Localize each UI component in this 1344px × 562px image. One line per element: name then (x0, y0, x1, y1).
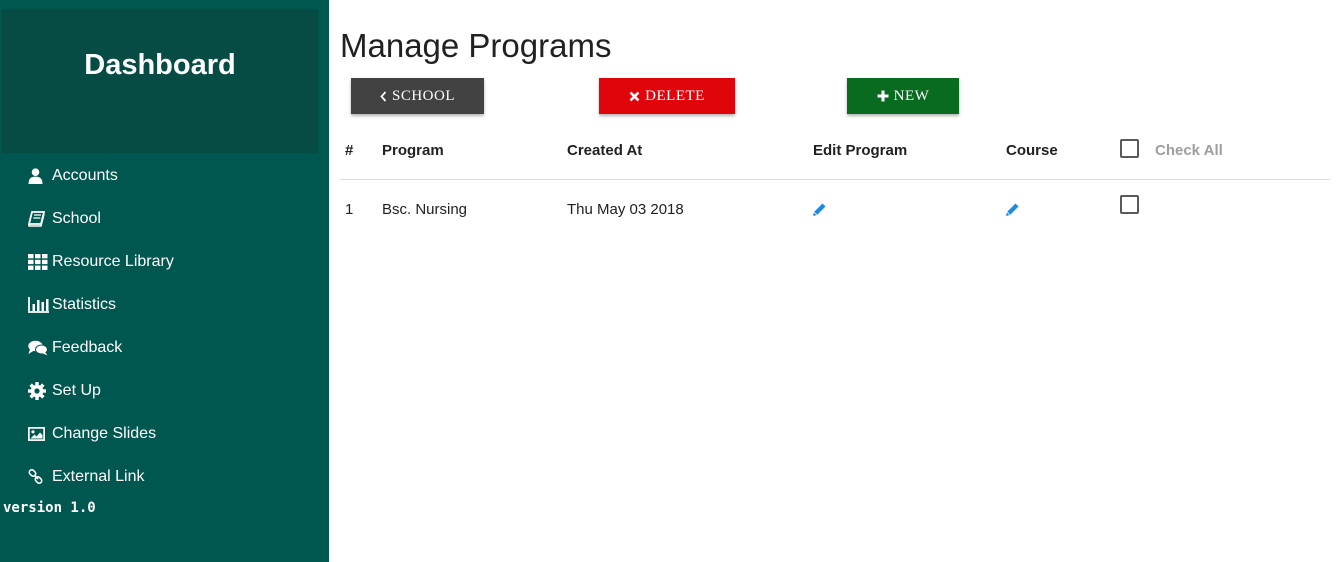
sidebar-item-label: Statistics (52, 295, 117, 313)
sidebar-item-label: Accounts (52, 166, 118, 184)
image-icon (28, 425, 50, 443)
row-select-checkbox[interactable] (1120, 195, 1139, 214)
sidebar-item-school[interactable]: School (0, 197, 329, 240)
column-header-edit-program: Edit Program (813, 142, 908, 159)
school-back-button[interactable]: SCHOOL (351, 78, 484, 114)
table-header-divider (340, 179, 1330, 180)
sidebar-item-label: Change Slides (52, 424, 157, 442)
delete-button[interactable]: DELETE (599, 78, 735, 114)
sidebar-item-label: External Link (52, 467, 145, 485)
bar-chart-icon (28, 296, 50, 314)
sidebar-item-label: School (52, 209, 101, 227)
edit-program-pencil-icon[interactable] (812, 202, 827, 217)
version-label: version 1.0 (3, 500, 96, 516)
sidebar-item-label: Feedback (52, 338, 123, 356)
column-header-course: Course (1006, 142, 1058, 159)
close-icon (629, 91, 640, 101)
chevron-left-icon (380, 90, 387, 102)
edit-course-pencil-icon[interactable] (1005, 202, 1020, 217)
sidebar-item-accounts[interactable]: Accounts (0, 154, 329, 197)
sidebar: Dashboard Accounts School Resource Libra… (0, 0, 329, 562)
link-icon (28, 468, 50, 486)
sidebar-nav: Accounts School Resource Library Statist… (0, 154, 329, 498)
row-program: Bsc. Nursing (382, 201, 468, 218)
sidebar-item-feedback[interactable]: Feedback (0, 326, 329, 369)
gear-icon (28, 381, 50, 400)
school-button-label: SCHOOL (391, 87, 455, 104)
column-header-created-at: Created At (567, 142, 643, 159)
sidebar-item-external-link[interactable]: External Link (0, 455, 329, 498)
book-icon (28, 210, 50, 228)
row-index: 1 (345, 201, 354, 218)
sidebar-item-change-slides[interactable]: Change Slides (0, 412, 329, 455)
main-content: Manage Programs SCHOOL DELETE NEW # Prog… (340, 0, 1330, 562)
comments-icon (28, 339, 50, 357)
sidebar-item-label: Set Up (52, 381, 101, 399)
grid-icon (28, 253, 50, 271)
row-created-at: Thu May 03 2018 (567, 201, 684, 218)
new-button-label: NEW (893, 87, 930, 104)
plus-icon (877, 90, 889, 102)
user-icon (28, 167, 50, 185)
sidebar-item-resource-library[interactable]: Resource Library (0, 240, 329, 283)
delete-button-label: DELETE (645, 87, 705, 104)
check-all-label[interactable]: Check All (1155, 142, 1223, 159)
new-program-button[interactable]: NEW (847, 78, 959, 114)
column-header-program: Program (382, 142, 444, 159)
sidebar-header: Dashboard (2, 9, 318, 153)
sidebar-item-statistics[interactable]: Statistics (0, 283, 329, 326)
sidebar-item-label: Resource Library (52, 252, 174, 270)
sidebar-title[interactable]: Dashboard (2, 49, 318, 82)
page-title: Manage Programs (340, 27, 612, 64)
column-header-index: # (345, 142, 354, 159)
check-all-checkbox[interactable] (1120, 139, 1139, 158)
sidebar-item-set-up[interactable]: Set Up (0, 369, 329, 412)
